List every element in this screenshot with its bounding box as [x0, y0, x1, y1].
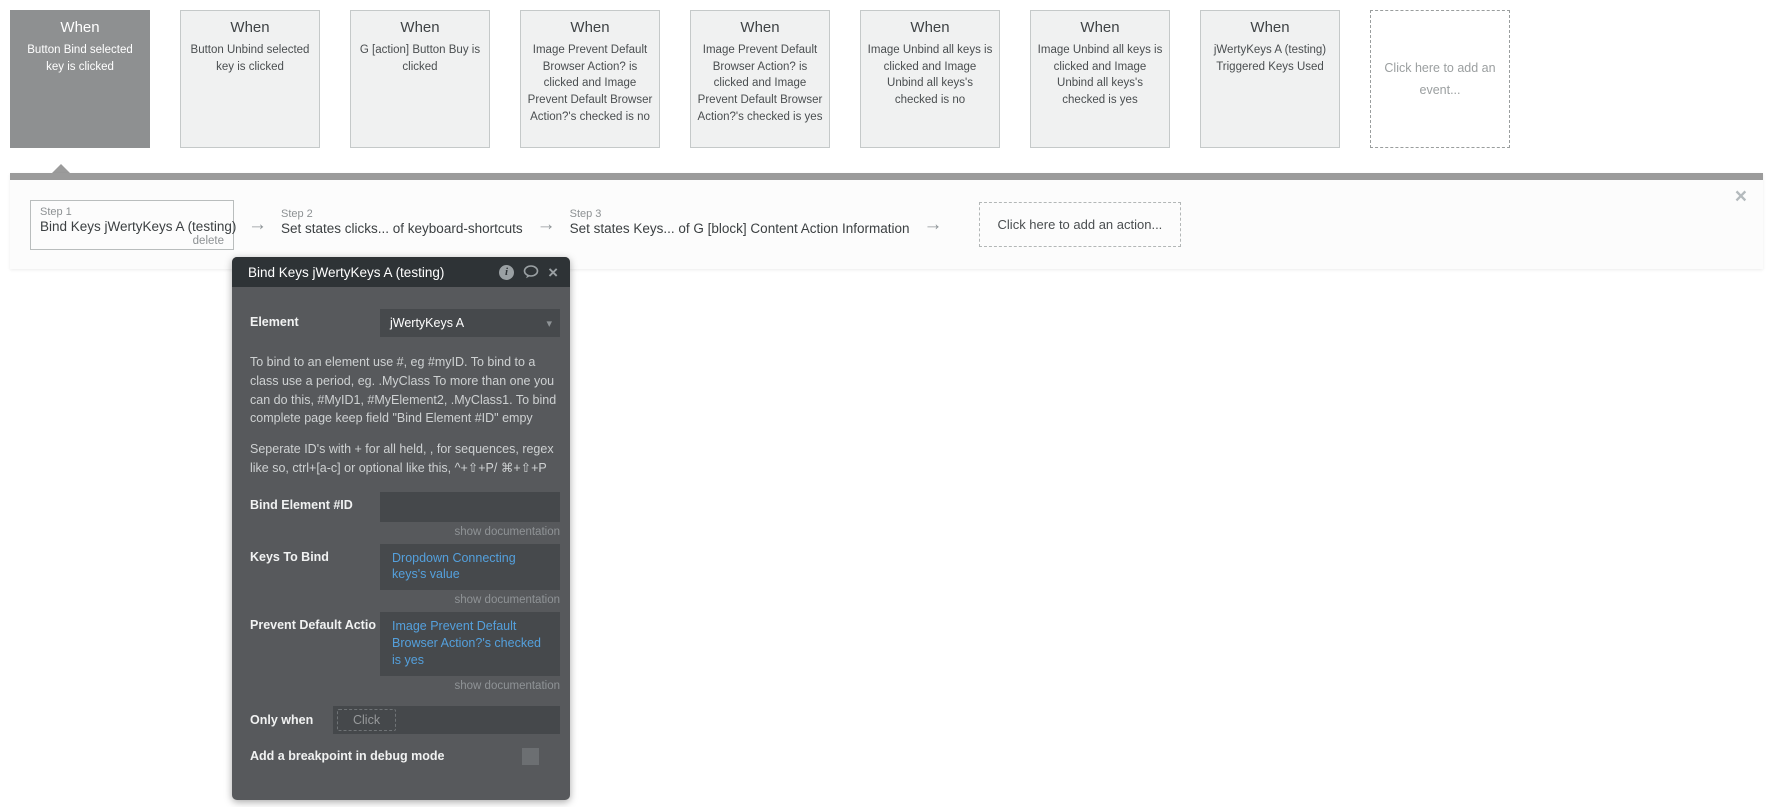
step-title: Set states clicks... of keyboard-shortcu… [281, 220, 523, 236]
comment-icon[interactable] [523, 265, 539, 279]
prevent-default-row: Prevent Default Actio Image Prevent Defa… [250, 612, 560, 692]
event-card-title: When [60, 19, 100, 36]
step-title: Set states Keys... of G [block] Content … [569, 220, 910, 236]
step-arrow-icon: → [536, 214, 556, 235]
panel-body: Element jWertyKeys A ▾ To bind to an ele… [232, 309, 570, 765]
step-title: Bind Keys jWertyKeys A (testing) [40, 218, 237, 234]
step-arrow-icon: → [248, 214, 267, 235]
close-steps-icon[interactable]: × [1735, 186, 1747, 207]
event-card[interactable]: When G [action] Button Buy is clicked [350, 10, 490, 148]
event-card[interactable]: When Image Prevent Default Browser Actio… [520, 10, 660, 148]
event-card-body: G [action] Button Buy is clicked [359, 44, 481, 73]
step-2-item[interactable]: Step 2 Set states clicks... of keyboard-… [281, 208, 523, 236]
add-event-label: Click here to add an event... [1384, 60, 1496, 98]
separator-help-text: Seperate ID's with + for all held, , for… [250, 442, 554, 475]
event-card-body: Image Unbind all keys is clicked and Ima… [1037, 44, 1163, 107]
add-event-button[interactable]: Click here to add an event... [1370, 10, 1510, 148]
event-card[interactable]: When Button Unbind selected key is click… [180, 10, 320, 148]
step-number-label: Step 1 [40, 205, 72, 218]
event-card[interactable]: When Button Bind selected key is clicked [10, 10, 150, 148]
only-when-label: Only when [250, 712, 314, 727]
only-when-row: Only when Click [250, 705, 560, 734]
step-number-label: Step 2 [281, 207, 313, 220]
event-card-title: When [1080, 19, 1120, 36]
step-1-box[interactable]: Step 1 Bind Keys jWertyKeys A (testing) … [30, 199, 237, 250]
workflow-steps-panel: Step 1 Bind Keys jWertyKeys A (testing) … [10, 173, 1763, 269]
event-card-body: Button Bind selected key is clicked [27, 44, 133, 73]
step-delete-link[interactable]: delete [40, 235, 224, 247]
show-documentation-link[interactable]: show documentation [380, 526, 560, 538]
event-cards-row: When Button Bind selected key is clicked… [10, 10, 1510, 148]
only-when-input[interactable]: Click [333, 705, 560, 734]
steps-content: Step 1 Bind Keys jWertyKeys A (testing) … [10, 180, 1763, 269]
add-action-button[interactable]: Click here to add an action... [978, 202, 1182, 247]
event-card-body: Image Unbind all keys is clicked and Ima… [867, 44, 993, 107]
element-row: Element jWertyKeys A ▾ [250, 309, 560, 337]
event-card[interactable]: When Image Unbind all keys is clicked an… [1030, 10, 1170, 148]
bind-element-row: Bind Element #ID show documentation [250, 491, 560, 538]
step-number-label: Step 3 [569, 207, 602, 220]
event-card-title: When [910, 19, 950, 36]
element-dropdown-value: jWertyKeys A [390, 316, 465, 330]
bind-element-label: Bind Element #ID [250, 497, 353, 512]
breakpoint-label: Add a breakpoint in debug mode [250, 749, 445, 764]
prevent-default-label: Prevent Default Actio [250, 618, 376, 633]
element-label: Element [250, 315, 299, 329]
bind-element-input[interactable] [380, 491, 560, 522]
event-card-title: When [400, 19, 440, 36]
keys-to-bind-row: Keys To Bind Dropdown Connecting keys's … [250, 543, 560, 606]
event-card-title: When [230, 19, 270, 36]
breakpoint-checkbox[interactable] [522, 747, 539, 765]
event-card-body: Button Unbind selected key is clicked [190, 44, 310, 73]
event-card-body: Image Prevent Default Browser Action? is… [697, 44, 823, 123]
bind-help-text: To bind to an element use #, eg #myID. T… [250, 355, 557, 426]
chevron-down-icon: ▾ [546, 317, 552, 330]
event-card-body: jWertyKeys A (testing) Triggered Keys Us… [1213, 44, 1327, 73]
element-dropdown[interactable]: jWertyKeys A ▾ [380, 309, 560, 337]
event-card[interactable]: When Image Prevent Default Browser Actio… [690, 10, 830, 148]
panel-header: Bind Keys jWertyKeys A (testing) i × [232, 257, 570, 287]
event-card[interactable]: When Image Unbind all keys is clicked an… [860, 10, 1000, 148]
keys-to-bind-label: Keys To Bind [250, 549, 329, 564]
panel-header-icons: i × [499, 264, 558, 281]
info-icon[interactable]: i [499, 264, 515, 280]
breakpoint-row: Add a breakpoint in debug mode [250, 747, 560, 765]
click-condition-chip[interactable]: Click [337, 708, 397, 731]
event-card-body: Image Prevent Default Browser Action? is… [527, 44, 653, 123]
selected-event-notch [52, 164, 70, 173]
close-panel-icon[interactable]: × [548, 264, 558, 281]
keys-to-bind-value[interactable]: Dropdown Connecting keys's value [380, 543, 560, 591]
show-documentation-link[interactable]: show documentation [380, 594, 560, 606]
panel-title: Bind Keys jWertyKeys A (testing) [248, 264, 445, 280]
event-card-title: When [570, 19, 610, 36]
event-card-title: When [1250, 19, 1290, 36]
action-properties-panel: Bind Keys jWertyKeys A (testing) i × Ele… [232, 257, 570, 800]
event-card-title: When [740, 19, 780, 36]
event-card[interactable]: When jWertyKeys A (testing) Triggered Ke… [1200, 10, 1340, 148]
step-3-item[interactable]: Step 3 Set states Keys... of G [block] C… [570, 208, 910, 236]
prevent-default-value[interactable]: Image Prevent Default Browser Action?'s … [380, 612, 560, 676]
show-documentation-link[interactable]: show documentation [380, 680, 560, 692]
step-arrow-icon: → [923, 214, 943, 235]
